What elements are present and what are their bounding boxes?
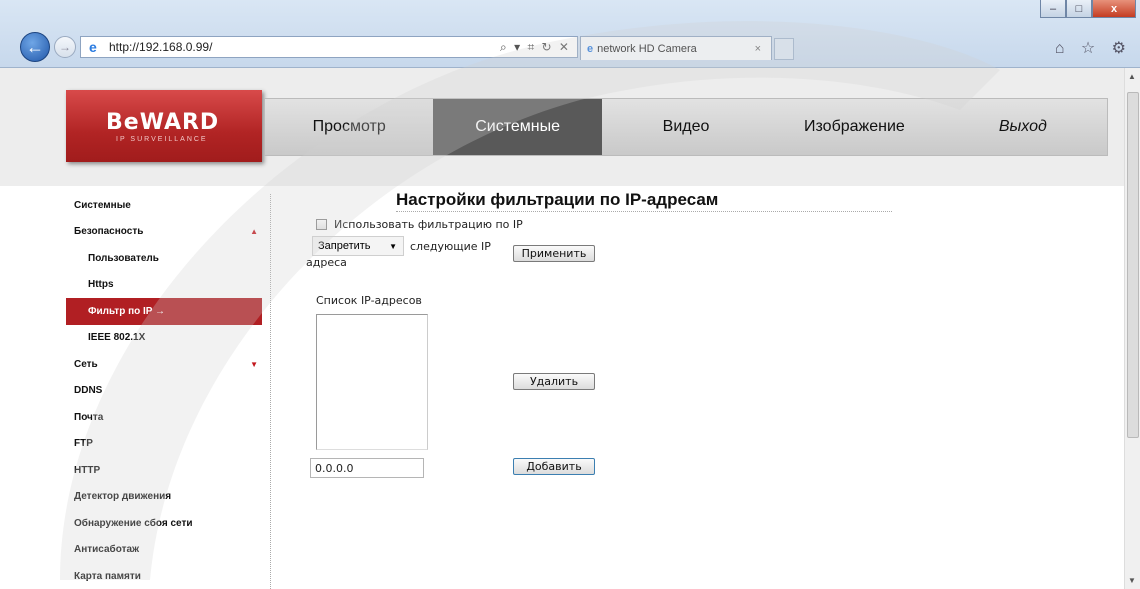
sidebar-item-label: Антисаботаж	[74, 544, 140, 556]
filter-mode-value: Запретить	[318, 240, 371, 252]
sidebar-item-http[interactable]: HTTP	[66, 457, 262, 484]
delete-button[interactable]: Удалить	[513, 373, 595, 390]
toolbar-icons[interactable]: ⌂ ☆ ⚙	[1055, 38, 1132, 58]
close-window-button[interactable]: x	[1092, 0, 1136, 18]
nav-logout[interactable]: Выход	[939, 99, 1107, 155]
sidebar-item-label: DDNS	[74, 385, 103, 397]
ip-address-input[interactable]: 0.0.0.0	[310, 458, 424, 478]
logo-text: BeWARD	[106, 110, 220, 135]
window-controls: – □ x	[1040, 0, 1136, 18]
sidebar-item-label: Системные	[74, 199, 131, 211]
sidebar-item-ieee8021x[interactable]: IEEE 802.1X	[66, 325, 262, 352]
minimize-button[interactable]: –	[1040, 0, 1066, 18]
filter-mode-select[interactable]: Запретить ▼	[312, 236, 404, 256]
arrow-left-icon: ←	[26, 36, 44, 57]
sidebar-item-label: Карта памяти	[74, 570, 141, 582]
url-text[interactable]: http://192.168.0.99/	[109, 40, 212, 54]
sidebar-item-ddns[interactable]: DDNS	[66, 378, 262, 405]
nav-system[interactable]: Системные	[433, 99, 602, 155]
nav-image[interactable]: Изображение	[770, 99, 938, 155]
scroll-up-icon[interactable]: ▲	[1128, 72, 1136, 81]
sidebar-item-label: Детектор движения	[74, 491, 172, 503]
maximize-button[interactable]: □	[1066, 0, 1092, 18]
sidebar-item-memory-card[interactable]: Карта памяти	[66, 563, 262, 589]
sidebar: Системные Безопасность ▲ Пользователь Htt…	[66, 192, 262, 589]
new-tab-button[interactable]	[774, 38, 794, 60]
chevron-down-icon: ▼	[389, 241, 397, 251]
sidebar-item-ip-filter[interactable]: Фильтр по IP →	[66, 298, 262, 325]
sidebar-item-label: HTTP	[74, 464, 101, 476]
sidebar-item-label: Пользователь	[88, 252, 159, 264]
nav-video[interactable]: Видео	[602, 99, 770, 155]
address-bar[interactable]: e http://192.168.0.99/ ⌕ ▾ ⌗ ↻ ✕	[80, 36, 578, 58]
nav-view[interactable]: Просмотр	[265, 99, 433, 155]
sidebar-item-label: Обнаружение сбоя сети	[74, 517, 193, 529]
page-viewport: BeWARD IP SURVEILLANCE Просмотр Системны…	[0, 68, 1124, 589]
use-filter-label: Использовать фильтрацию по IP	[334, 218, 523, 231]
vertical-scrollbar[interactable]: ▲ ▼	[1124, 68, 1140, 589]
tab-title: network HD Camera	[597, 42, 697, 55]
browser-tab[interactable]: e network HD Camera ×	[580, 36, 772, 60]
sidebar-item-motion-detector[interactable]: Детектор движения	[66, 484, 262, 511]
triangle-up-icon: ▲	[250, 227, 258, 237]
sidebar-divider	[270, 194, 271, 589]
sidebar-item-network-failure[interactable]: Обнаружение сбоя сети	[66, 510, 262, 537]
sidebar-item-security[interactable]: Безопасность ▲	[66, 219, 262, 246]
sidebar-item-label: Фильтр по IP →	[88, 305, 166, 317]
page-title: Настройки фильтрации по IP-адресам	[396, 190, 892, 212]
sidebar-item-https[interactable]: Https	[66, 272, 262, 299]
top-navigation: Просмотр Системные Видео Изображение Вых…	[264, 98, 1108, 156]
logo-subtitle: IP SURVEILLANCE	[116, 136, 208, 143]
sidebar-item-tamper[interactable]: Антисаботаж	[66, 537, 262, 564]
arrow-right-icon: →	[59, 40, 71, 54]
sidebar-item-system[interactable]: Системные	[66, 192, 262, 219]
sidebar-item-label: IEEE 802.1X	[88, 332, 146, 344]
triangle-down-icon: ▼	[250, 359, 258, 369]
apply-button[interactable]: Применить	[513, 245, 595, 262]
forward-button[interactable]: →	[54, 36, 76, 58]
beward-logo: BeWARD IP SURVEILLANCE	[66, 90, 262, 162]
back-button[interactable]: ←	[20, 32, 50, 62]
ip-list-box[interactable]	[316, 314, 428, 450]
ip-list-label: Список IP-адресов	[316, 294, 422, 307]
sidebar-item-label: FTP	[74, 438, 93, 450]
scroll-down-icon[interactable]: ▼	[1128, 576, 1136, 585]
sidebar-item-ftp[interactable]: FTP	[66, 431, 262, 458]
ie-page-icon: e	[89, 39, 97, 55]
sidebar-item-label: Безопасность	[74, 226, 144, 238]
add-button[interactable]: Добавить	[513, 458, 595, 475]
tab-close-icon[interactable]: ×	[755, 43, 761, 55]
address-tools[interactable]: ⌕ ▾ ⌗ ↻ ✕	[500, 40, 571, 55]
filter-mode-label-cont: адреса	[306, 256, 347, 269]
sidebar-item-label: Https	[88, 279, 114, 291]
filter-mode-label: следующие IP	[410, 240, 491, 253]
page-header: BeWARD IP SURVEILLANCE Просмотр Системны…	[0, 68, 1124, 186]
ie-tab-icon: e	[587, 42, 594, 55]
use-filter-row: Использовать фильтрацию по IP	[316, 218, 523, 231]
sidebar-item-network[interactable]: Сеть ▼	[66, 351, 262, 378]
sidebar-item-label: Сеть	[74, 358, 98, 370]
browser-chrome: – □ x ← → e http://192.168.0.99/ ⌕ ▾ ⌗ ↻…	[0, 0, 1140, 68]
sidebar-item-user[interactable]: Пользователь	[66, 245, 262, 272]
sidebar-item-label: Почта	[74, 411, 104, 423]
use-filter-checkbox[interactable]	[316, 219, 327, 230]
scroll-thumb[interactable]	[1127, 92, 1139, 438]
sidebar-item-mail[interactable]: Почта	[66, 404, 262, 431]
